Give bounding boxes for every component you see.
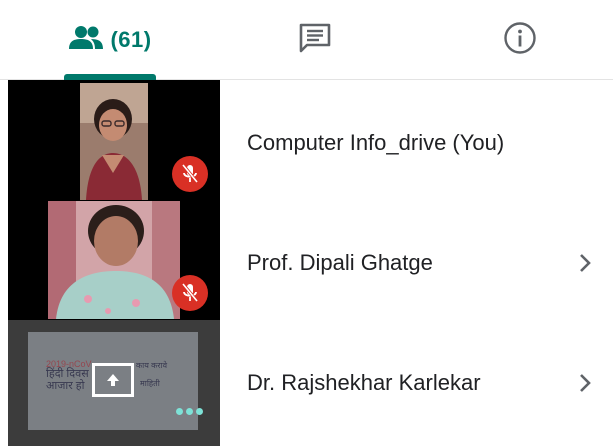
mic-off-icon (172, 275, 208, 311)
participant-row[interactable]: Computer Info_drive (You) (220, 83, 613, 203)
video-tiles: 2019-nCoV हिंदी दिवस आजार हो काय करावे म… (8, 80, 220, 446)
chevron-right-icon[interactable] (574, 251, 596, 275)
info-icon (503, 21, 537, 60)
tab-info[interactable] (490, 0, 550, 80)
participant-row[interactable]: Prof. Dipali Ghatge (220, 203, 613, 323)
participant-video-2[interactable] (48, 201, 180, 319)
people-icon (68, 25, 104, 56)
participant-count: (61) (110, 27, 152, 52)
preview-text: हिंदी दिवस (46, 368, 89, 380)
participant-name: Prof. Dipali Ghatge (247, 250, 433, 275)
presentation-tile[interactable]: 2019-nCoV हिंदी दिवस आजार हो काय करावे म… (8, 320, 220, 446)
chevron-right-icon[interactable] (574, 371, 596, 395)
present-screen-icon (92, 363, 134, 397)
chat-icon (298, 22, 332, 59)
preview-text: काय करावे (136, 361, 168, 370)
preview-text: माहिती (140, 379, 160, 388)
more-options-icon[interactable] (176, 408, 203, 415)
tab-bar: (61) (0, 0, 613, 80)
participant-name: Dr. Rajshekhar Karlekar (247, 370, 481, 395)
mic-off-icon (172, 156, 208, 192)
participant-list: Computer Info_drive (You) Prof. Dipali G… (220, 80, 613, 446)
tab-chat[interactable] (280, 0, 350, 80)
participant-video-1[interactable] (80, 83, 148, 200)
preview-text: आजार हो (46, 380, 85, 392)
tab-people[interactable]: (61) (62, 0, 158, 80)
participant-row[interactable]: Dr. Rajshekhar Karlekar (220, 323, 613, 443)
participant-name: Computer Info_drive (You) (247, 130, 505, 155)
